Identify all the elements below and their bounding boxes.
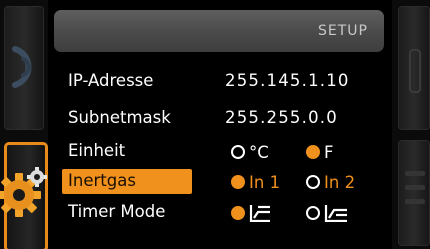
bars-icon-line xyxy=(405,185,425,190)
timer-mode-label: Timer Mode xyxy=(68,202,166,221)
in2-label: In 2 xyxy=(324,172,356,192)
gear-icon xyxy=(0,167,47,217)
radio-timer-mode-2[interactable] xyxy=(306,206,320,220)
radio-celsius[interactable] xyxy=(231,145,245,159)
ip-address-row[interactable]: IP-Adresse 255.145.1.10 xyxy=(48,69,388,95)
inertgas-in2-option[interactable]: In 2 xyxy=(306,170,355,194)
einheit-row: Einheit °C F xyxy=(48,139,388,165)
celsius-label: °C xyxy=(249,142,269,162)
sidebar-tile-setup[interactable] xyxy=(0,142,48,249)
fahrenheit-label: F xyxy=(324,142,334,162)
einheit-fahrenheit-option[interactable]: F xyxy=(306,140,334,164)
radio-fahrenheit[interactable] xyxy=(306,145,320,159)
page-title: SETUP xyxy=(318,23,368,39)
radio-in1[interactable] xyxy=(231,175,245,189)
ip-address-value[interactable]: 255.145.1.10 xyxy=(225,71,350,90)
left-sidebar xyxy=(0,0,48,249)
bars-icon xyxy=(405,171,425,176)
inertgas-label[interactable]: Inertgas xyxy=(68,171,136,190)
inertgas-row: Inertgas In 1 In 2 xyxy=(48,169,388,195)
wave-icon xyxy=(12,46,32,88)
bars-icon-line xyxy=(405,199,425,204)
ip-address-label: IP-Adresse xyxy=(68,71,154,90)
timer-mode-option-1[interactable] xyxy=(231,201,271,225)
subnetmask-value[interactable]: 255.255.0.0 xyxy=(225,108,338,127)
setup-screen: SETUP IP-Adresse 255.145.1.10 Subnetmask… xyxy=(0,0,430,249)
timer-mode-step-icon xyxy=(324,205,347,222)
timer-mode-option-2[interactable] xyxy=(306,201,348,225)
slot-icon xyxy=(409,49,421,93)
radio-timer-mode-1[interactable] xyxy=(231,206,245,220)
sidebar-tile-top[interactable] xyxy=(4,6,44,130)
in1-label: In 1 xyxy=(249,172,281,192)
einheit-label: Einheit xyxy=(68,141,126,160)
header-bar: SETUP xyxy=(54,10,384,52)
settings-panel: SETUP IP-Adresse 255.145.1.10 Subnetmask… xyxy=(48,10,388,249)
right-sidebar xyxy=(392,0,430,249)
subnetmask-row[interactable]: Subnetmask 255.255.0.0 xyxy=(48,106,388,132)
radio-in2[interactable] xyxy=(306,175,320,189)
inertgas-in1-option[interactable]: In 1 xyxy=(231,170,280,194)
timer-mode-rising-icon xyxy=(249,205,270,222)
einheit-celsius-option[interactable]: °C xyxy=(231,140,269,164)
sidebar-tile-right-top[interactable] xyxy=(398,6,430,130)
subnetmask-label: Subnetmask xyxy=(68,108,171,127)
sidebar-tile-right-bottom[interactable] xyxy=(398,140,430,246)
timer-mode-row: Timer Mode xyxy=(48,200,388,226)
